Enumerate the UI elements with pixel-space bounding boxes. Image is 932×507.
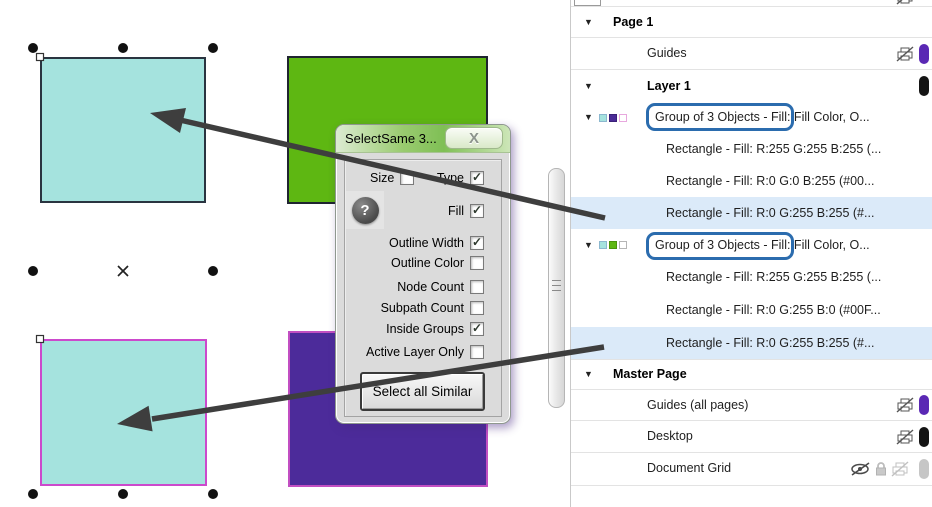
rect-label: Rectangle - Fill: R:0 G:255 B:255 (#... bbox=[666, 206, 875, 220]
row-document-grid[interactable]: Document Grid bbox=[571, 453, 932, 484]
subpath-count-checkbox[interactable] bbox=[470, 300, 484, 315]
row-rect-white-2[interactable]: Rectangle - Fill: R:255 G:255 B:255 (... bbox=[571, 261, 932, 294]
non-printable-icon[interactable] bbox=[896, 397, 914, 413]
type-checkbox[interactable]: ✓ bbox=[470, 170, 484, 185]
rect-label: Rectangle - Fill: R:0 G:0 B:255 (#00... bbox=[666, 174, 875, 188]
collapse-triangle-icon[interactable]: ▼ bbox=[584, 102, 593, 133]
layer-color-pill[interactable] bbox=[919, 426, 929, 447]
row-layer-1[interactable]: ▼ Layer 1 bbox=[571, 70, 932, 102]
mini-swatch-green bbox=[609, 241, 617, 249]
close-icon: X bbox=[468, 129, 479, 147]
layer-color-pill[interactable] bbox=[919, 458, 929, 479]
subpath-count-label: Subpath Count bbox=[380, 300, 464, 315]
row-rect-blue[interactable]: Rectangle - Fill: R:0 G:0 B:255 (#00... bbox=[571, 165, 932, 197]
outline-width-label: Outline Width bbox=[388, 235, 464, 250]
layer-color-pill[interactable] bbox=[919, 43, 929, 64]
layer-color-pill[interactable] bbox=[919, 395, 929, 415]
hidden-eye-icon[interactable] bbox=[850, 461, 871, 477]
non-printable-icon[interactable] bbox=[896, 428, 914, 445]
dialog-titlebar[interactable]: SelectSame 3... X bbox=[336, 125, 510, 153]
selectsame-dialog: SelectSame 3... X Size Type ✓ Fill ✓ Out… bbox=[335, 124, 511, 424]
guides-label: Guides bbox=[647, 46, 687, 60]
outline-color-label: Outline Color bbox=[391, 255, 464, 270]
row-guides-all-pages[interactable]: Guides (all pages) bbox=[571, 390, 932, 420]
inside-groups-label: Inside Groups bbox=[386, 321, 464, 336]
mini-swatch-cyan bbox=[599, 241, 607, 249]
node-count-label: Node Count bbox=[397, 279, 464, 294]
mini-swatch-white bbox=[619, 113, 627, 122]
dialog-title: SelectSame 3... bbox=[345, 131, 437, 146]
row-rect-green[interactable]: Rectangle - Fill: R:0 G:255 B:0 (#00F... bbox=[571, 294, 932, 327]
app-window: SelectSame 3... X Size Type ✓ Fill ✓ Out… bbox=[0, 0, 932, 507]
row-page-1[interactable]: ▼ Page 1 bbox=[571, 7, 932, 37]
mini-swatch-cyan bbox=[599, 113, 607, 122]
collapse-triangle-icon[interactable]: ▼ bbox=[584, 229, 593, 261]
row-rect-cyan-2[interactable]: Rectangle - Fill: R:0 G:255 B:255 (#... bbox=[571, 327, 932, 359]
non-printable-icon[interactable] bbox=[891, 460, 909, 477]
fill-label: Fill bbox=[448, 203, 464, 218]
row-guides[interactable]: Guides bbox=[571, 38, 932, 69]
group-2-callout-box bbox=[646, 232, 794, 260]
inside-groups-checkbox[interactable]: ✓ bbox=[470, 321, 484, 336]
collapse-triangle-icon[interactable]: ▼ bbox=[584, 7, 593, 37]
layer-1-label: Layer 1 bbox=[647, 79, 691, 93]
rect-label: Rectangle - Fill: R:255 G:255 B:255 (... bbox=[666, 142, 882, 156]
layer-color-pill[interactable] bbox=[919, 76, 929, 96]
outline-width-checkbox[interactable]: ✓ bbox=[470, 235, 484, 250]
document-grid-label: Document Grid bbox=[647, 461, 732, 475]
active-layer-only-label: Active Layer Only bbox=[366, 344, 464, 359]
desktop-label: Desktop bbox=[647, 429, 693, 443]
rect-label: Rectangle - Fill: R:0 G:255 B:255 (#... bbox=[666, 336, 875, 350]
canvas-rect-cyan-bottom[interactable] bbox=[40, 339, 207, 486]
master-page-label: Master Page bbox=[613, 367, 687, 381]
fill-checkbox[interactable]: ✓ bbox=[470, 203, 484, 218]
collapse-triangle-icon[interactable]: ▼ bbox=[584, 70, 593, 102]
row-rect-white-1[interactable]: Rectangle - Fill: R:255 G:255 B:255 (... bbox=[571, 133, 932, 165]
type-label: Type bbox=[436, 170, 464, 185]
collapse-triangle-icon[interactable]: ▼ bbox=[584, 360, 593, 389]
partial-printer-icon bbox=[896, 0, 913, 5]
grip-icon bbox=[552, 280, 561, 294]
mini-swatch-white bbox=[619, 241, 627, 249]
guides-all-pages-label: Guides (all pages) bbox=[647, 398, 749, 412]
canvas-rect-cyan-top[interactable] bbox=[40, 57, 206, 203]
row-desktop[interactable]: Desktop bbox=[571, 421, 932, 452]
help-icon[interactable]: ? bbox=[351, 196, 379, 224]
non-printable-icon[interactable] bbox=[896, 45, 914, 62]
selection-center-marker-icon[interactable] bbox=[117, 265, 129, 277]
active-layer-only-checkbox[interactable] bbox=[470, 344, 484, 359]
row-rect-cyan-1[interactable]: Rectangle - Fill: R:0 G:255 B:255 (#... bbox=[571, 197, 932, 229]
docker-splitter-handle[interactable] bbox=[548, 168, 565, 408]
node-count-checkbox[interactable] bbox=[470, 279, 484, 294]
rect-label: Rectangle - Fill: R:255 G:255 B:255 (... bbox=[666, 270, 882, 284]
select-all-similar-button[interactable]: Select all Similar bbox=[360, 372, 485, 411]
object-manager-panel: ▼ Page 1 Guides ▼ Layer 1 ▼ Group of 3 O… bbox=[570, 0, 932, 507]
close-button[interactable]: X bbox=[445, 127, 503, 149]
mini-swatch-purple bbox=[609, 113, 617, 122]
group-1-callout-box bbox=[646, 103, 794, 131]
lock-icon[interactable] bbox=[874, 461, 888, 477]
outline-color-checkbox[interactable] bbox=[470, 255, 484, 270]
rect-label: Rectangle - Fill: R:0 G:255 B:0 (#00F... bbox=[666, 303, 881, 317]
row-master-page[interactable]: ▼ Master Page bbox=[571, 360, 932, 389]
page-1-label: Page 1 bbox=[613, 15, 654, 29]
help-icon-background: ? bbox=[346, 191, 384, 229]
